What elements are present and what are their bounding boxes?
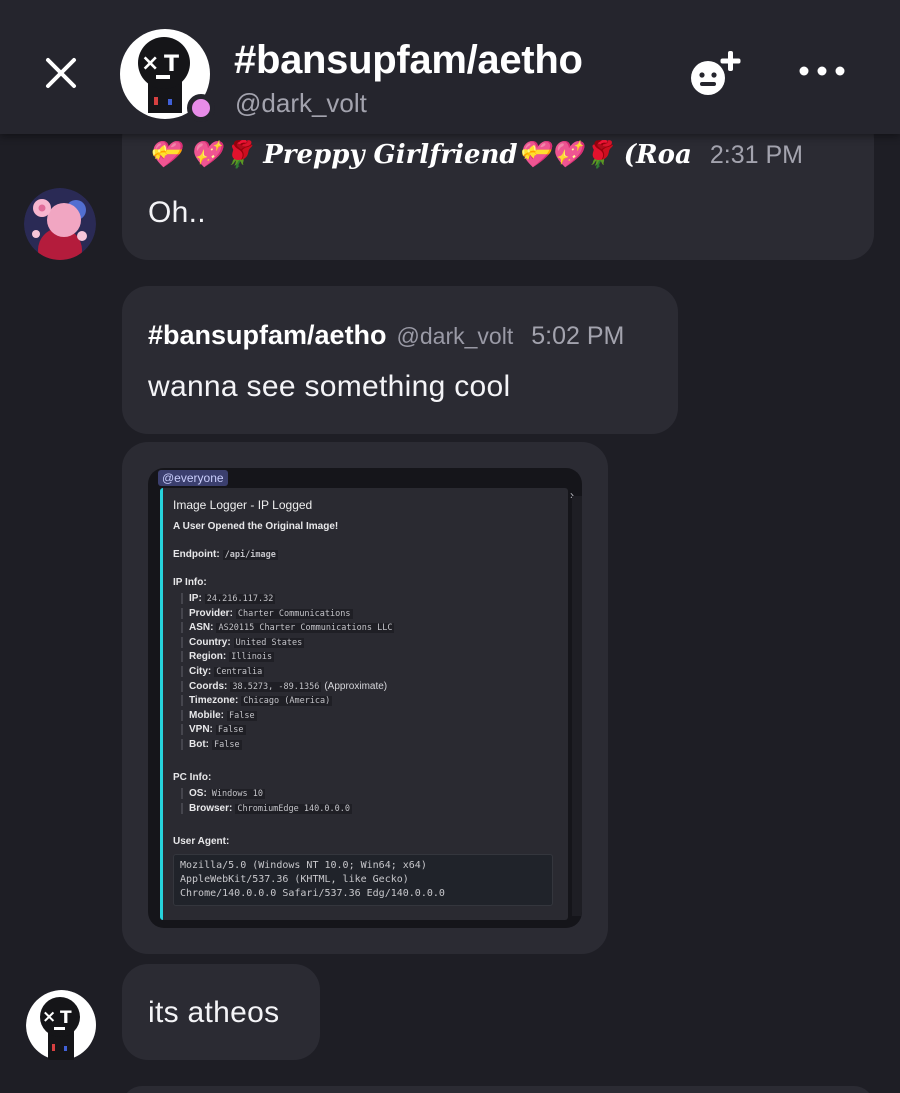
embed-field-key: Timezone: <box>189 695 239 707</box>
more-icon <box>799 66 845 76</box>
embed-field-value: 38.5273, -89.1356 <box>230 681 322 692</box>
close-icon <box>46 58 76 88</box>
user-agent-box: Mozilla/5.0 (Windows NT 10.0; Win64; x64… <box>173 854 553 906</box>
embed-field-row: Bot: False <box>181 739 242 750</box>
user-agent-line: AppleWebKit/537.36 (KHTML, like Gecko) <box>180 874 409 885</box>
embed-field-row: Timezone: Chicago (America) <box>181 695 333 707</box>
message-text: Oh.. <box>148 196 206 229</box>
svg-text:T: T <box>60 1008 72 1028</box>
embed-field-value: False <box>212 740 242 750</box>
message-timestamp: 5:02 PM <box>531 322 625 350</box>
embed-field-key: Bot: <box>189 739 209 750</box>
embed-title: Image Logger - IP Logged <box>173 498 313 512</box>
embed-field-row: Coords: 38.5273, -89.1356 (Approximate) <box>181 680 388 692</box>
embed-field-value: AS20115 Charter Communications LLC <box>216 623 395 634</box>
embed-field-row: Provider: Charter Communications <box>181 607 353 619</box>
message-bubble[interactable]: 💝 💖🌹 𝑷𝒓𝒆𝒑𝒑𝒚 𝑮𝒊𝒓𝒍𝒇𝒓𝒊𝒆𝒏𝒅💝💖🌹 (Roa 2:31 PM O… <box>122 112 874 260</box>
channel-title: #bansupfam/aetho <box>234 38 583 82</box>
embed-field-note: (Approximate) <box>324 680 388 692</box>
embed-field-key: City: <box>189 666 212 677</box>
message-text: its atheos <box>148 996 280 1029</box>
message-header: 💝 💖🌹 𝑷𝒓𝒆𝒑𝒑𝒚 𝑮𝒊𝒓𝒍𝒇𝒓𝒊𝒆𝒏𝒅💝💖🌹 (Roa 2:31 PM <box>148 140 803 170</box>
endpoint-value: /api/image <box>222 550 278 560</box>
close-button[interactable] <box>38 50 84 96</box>
embed-field-row: IP: 24.216.117.32 <box>181 593 276 604</box>
embed-field-value: Windows 10 <box>209 789 265 799</box>
embed-field-value: False <box>227 710 257 721</box>
embed-field-value: Illinois <box>229 652 275 663</box>
embed-field-row: VPN: False <box>181 724 246 736</box>
message-bubble[interactable] <box>122 1086 874 1093</box>
user-agent-label: User Agent: <box>173 836 230 847</box>
embed-field-key: Provider: <box>189 607 233 619</box>
message-author[interactable]: 💝 💖🌹 𝑷𝒓𝒆𝒑𝒑𝒚 𝑮𝒊𝒓𝒍𝒇𝒓𝒊𝒆𝒏𝒅💝💖🌹 (Roa <box>148 140 692 170</box>
embed-field-key: OS: <box>189 788 207 799</box>
embed-field-key: ASN: <box>189 622 214 634</box>
embed-field-row: OS: Windows 10 <box>181 788 265 799</box>
ip-info-label: IP Info: <box>173 577 207 588</box>
embed-field-key: Browser: <box>189 803 233 814</box>
svg-text:×: × <box>42 1007 56 1027</box>
embed-field-row: ASN: AS20115 Charter Communications LLC <box>181 622 395 634</box>
embed-field-value: False <box>215 725 246 736</box>
embed-field-row: City: Centralia <box>181 666 265 677</box>
user-agent-line: Chrome/140.0.0.0 Safari/537.36 Edg/140.0… <box>180 888 445 899</box>
scrollbar <box>572 496 582 916</box>
message-author-handle: @dark_volt <box>396 323 514 349</box>
message-text: wanna see something cool <box>148 370 511 403</box>
message-bubble[interactable]: its atheos <box>122 964 320 1060</box>
embed-field-key: Coords: <box>189 680 228 692</box>
user-agent-line: Mozilla/5.0 (Windows NT 10.0; Win64; x64… <box>180 860 427 871</box>
message-timestamp: 2:31 PM <box>709 141 803 169</box>
embed-subtitle: A User Opened the Original Image! <box>173 521 339 532</box>
embed-field-value: Charter Communications <box>235 608 353 619</box>
embed-field-key: VPN: <box>189 724 213 736</box>
embed-field-value: ChromiumEdge 140.0.0.0 <box>235 804 352 814</box>
embed-field-row: Browser: ChromiumEdge 140.0.0.0 <box>181 803 352 814</box>
embed-field-key: IP: <box>189 593 202 604</box>
embed-field-row: Region: Illinois <box>181 651 275 663</box>
add-friend-button[interactable] <box>688 48 748 100</box>
everyone-mention: @everyone <box>158 470 228 486</box>
embed-field-value: United States <box>233 637 305 648</box>
embed-card: Image Logger - IP Logged A User Opened t… <box>160 488 568 920</box>
attached-image[interactable]: @everyone › Image Logger - IP Logged A U… <box>148 468 582 928</box>
embed-field-key: Region: <box>189 651 227 663</box>
embed-field-key: Mobile: <box>189 709 224 721</box>
embed-field-row: Mobile: False <box>181 709 257 721</box>
endpoint-label: Endpoint: <box>173 549 220 560</box>
online-status-indicator <box>187 94 215 122</box>
chat-header: × T #bansupfam/aetho @dark_volt <box>0 0 900 134</box>
more-options-button[interactable] <box>796 56 848 86</box>
embed-field-value: Centralia <box>214 667 265 677</box>
embed-field-row: Country: United States <box>181 636 305 648</box>
message-bubble[interactable]: #bansupfam/aetho @dark_volt 5:02 PM wann… <box>122 286 678 434</box>
endpoint-row: Endpoint:/api/image <box>173 549 278 560</box>
embed-field-value: Chicago (America) <box>241 696 333 707</box>
avatar[interactable] <box>24 188 96 260</box>
message-header: #bansupfam/aetho @dark_volt 5:02 PM <box>148 320 624 351</box>
svg-text:×: × <box>141 51 159 76</box>
avatar[interactable]: × T <box>26 990 98 1062</box>
svg-text:T: T <box>164 52 179 77</box>
embed-field-key: Country: <box>189 636 231 648</box>
message-author[interactable]: #bansupfam/aetho <box>148 320 387 351</box>
embed-field-value: 24.216.117.32 <box>204 594 276 604</box>
add-friend-icon <box>691 51 741 95</box>
pc-info-label: PC Info: <box>173 772 212 783</box>
channel-username: @dark_volt <box>235 88 367 118</box>
